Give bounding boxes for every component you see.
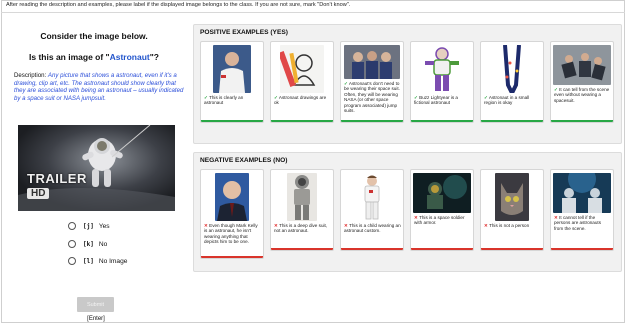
negative-examples-panel: NEGATIVE EXAMPLES (NO) ✕ Even though Mar… bbox=[193, 152, 622, 272]
positive-indicator bbox=[411, 120, 473, 122]
labeling-panel: Consider the image below. Is this an ima… bbox=[2, 14, 186, 322]
option-label: No Image bbox=[98, 257, 128, 265]
question-heading: Is this an image of "Astronaut"? bbox=[2, 52, 186, 62]
example-caption: This is a space soldier with armor. bbox=[414, 215, 465, 226]
example-caption: Astronaut's don't need to be wearing the… bbox=[344, 81, 400, 114]
thumbnail-overlay-text: TRAILER bbox=[27, 171, 87, 186]
example-image bbox=[357, 173, 387, 221]
example-image bbox=[413, 173, 471, 213]
option-label: Yes bbox=[98, 222, 110, 230]
example-caption: This is not a person bbox=[489, 223, 530, 228]
example-caption: This is clearly an astronaut bbox=[204, 95, 244, 106]
positive-example-card: ✓ This is clearly an astronaut bbox=[200, 41, 264, 123]
example-caption: Astronaut in a small region is okay bbox=[484, 95, 530, 106]
option-key: [j] bbox=[83, 222, 94, 230]
consider-heading: Consider the image below. bbox=[40, 31, 148, 41]
example-caption: This is a child wearing an astronaut cus… bbox=[344, 223, 401, 234]
example-image bbox=[553, 173, 611, 213]
check-icon: ✓ bbox=[554, 87, 558, 92]
negative-example-card: ✕ This is not a person bbox=[480, 169, 544, 251]
negative-indicator bbox=[271, 248, 333, 250]
negative-example-card: ✕ This is a deep dive suit, not an astro… bbox=[270, 169, 334, 251]
submit-button[interactable]: Submit bbox=[77, 297, 114, 312]
cross-icon: ✕ bbox=[204, 223, 208, 228]
positive-indicator bbox=[271, 120, 333, 122]
enter-hint: [Enter] bbox=[87, 316, 105, 322]
cross-icon: ✕ bbox=[274, 223, 278, 228]
example-caption: It can tell from the scene even without … bbox=[554, 87, 610, 103]
negative-example-card: ✕ It cannot tell if the persons are astr… bbox=[550, 169, 614, 251]
check-icon: ✓ bbox=[414, 95, 418, 100]
example-caption: This is a deep dive suit, not an astrona… bbox=[274, 223, 328, 234]
cross-icon: ✕ bbox=[414, 215, 418, 220]
cross-icon: ✕ bbox=[484, 223, 488, 228]
option-key: [k] bbox=[83, 240, 94, 248]
example-image bbox=[215, 173, 249, 221]
radio-button[interactable] bbox=[68, 222, 76, 230]
question-suffix: "? bbox=[149, 52, 159, 62]
option-key: [l] bbox=[83, 257, 94, 265]
radio-button[interactable] bbox=[68, 240, 76, 248]
example-caption: Astronaut drawings are ok bbox=[274, 95, 327, 106]
negative-indicator bbox=[481, 248, 543, 250]
negative-examples-title: NEGATIVE EXAMPLES (NO) bbox=[200, 157, 288, 164]
negative-indicator bbox=[551, 248, 613, 250]
description-label: Description: bbox=[14, 72, 47, 79]
example-image bbox=[422, 45, 462, 93]
negative-example-card: ✕ Even though Mark Kelly is an astronaut… bbox=[200, 169, 264, 259]
example-caption: It cannot tell if the persons are astron… bbox=[554, 215, 601, 231]
positive-indicator bbox=[341, 120, 403, 122]
query-image: TRAILER HD bbox=[18, 125, 175, 211]
example-caption: Even though Mark Kelly is an astronaut, … bbox=[204, 223, 258, 245]
class-description: Description: Any picture that shows a as… bbox=[14, 72, 184, 103]
negative-indicator bbox=[201, 256, 263, 258]
cross-icon: ✕ bbox=[344, 223, 348, 228]
cross-icon: ✕ bbox=[554, 215, 558, 220]
negative-example-card: ✕ This is a space soldier with armor. bbox=[410, 169, 474, 251]
check-icon: ✓ bbox=[344, 81, 348, 86]
negative-indicator bbox=[341, 248, 403, 250]
example-image bbox=[344, 45, 400, 79]
option-no[interactable]: [k] No bbox=[68, 239, 107, 249]
positive-example-card: ✓ Astronaut's don't need to be wearing t… bbox=[340, 41, 404, 123]
instructions-text: After reading the description and exampl… bbox=[6, 2, 351, 8]
example-image bbox=[213, 45, 251, 93]
option-yes[interactable]: [j] Yes bbox=[68, 221, 110, 231]
positive-indicator bbox=[551, 120, 613, 122]
positive-example-card: ✓ Astronaut in a small region is okay bbox=[480, 41, 544, 123]
thumbnail-badge: HD bbox=[27, 188, 50, 199]
check-icon: ✓ bbox=[274, 95, 278, 100]
divider bbox=[1, 12, 625, 13]
positive-examples-title: POSITIVE EXAMPLES (YES) bbox=[200, 29, 288, 36]
option-no-image[interactable]: [l] No Image bbox=[68, 256, 127, 266]
option-label: No bbox=[98, 240, 108, 248]
positive-example-card: ✓ Buzz Lightyear is a fictional astronau… bbox=[410, 41, 474, 123]
example-image bbox=[280, 45, 324, 93]
class-name: Astronaut bbox=[109, 52, 150, 62]
question-prefix: Is this an image of " bbox=[29, 52, 110, 62]
example-image bbox=[495, 173, 529, 221]
positive-example-card: ✓ It can tell from the scene even withou… bbox=[550, 41, 614, 123]
example-image bbox=[287, 173, 317, 221]
positive-example-card: ✓ Astronaut drawings are ok bbox=[270, 41, 334, 123]
example-image bbox=[553, 45, 611, 85]
radio-button[interactable] bbox=[68, 257, 76, 265]
positive-indicator bbox=[481, 120, 543, 122]
example-caption: Buzz Lightyear is a fictional astronaut bbox=[414, 95, 458, 106]
positive-examples-panel: POSITIVE EXAMPLES (YES) ✓ This is clearl… bbox=[193, 24, 622, 144]
positive-indicator bbox=[201, 120, 263, 122]
check-icon: ✓ bbox=[484, 95, 488, 100]
check-icon: ✓ bbox=[204, 95, 208, 100]
negative-indicator bbox=[411, 248, 473, 250]
example-image bbox=[497, 45, 527, 93]
negative-example-card: ✕ This is a child wearing an astronaut c… bbox=[340, 169, 404, 251]
